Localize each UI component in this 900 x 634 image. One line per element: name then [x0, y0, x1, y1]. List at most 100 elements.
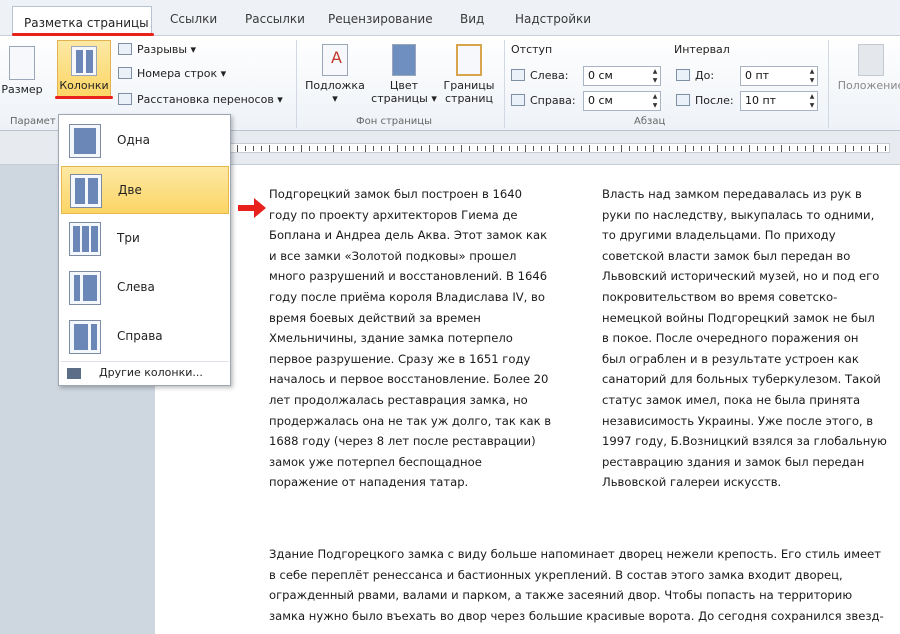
spacing-before-value: 0 пт	[745, 69, 770, 82]
breaks-button[interactable]: Разрывы ▾	[118, 41, 196, 58]
tab-review[interactable]: Рецензирование	[328, 12, 433, 26]
column-1-text[interactable]: Подгорецкий замок был построен в 1640 год…	[269, 184, 569, 493]
more-columns-item[interactable]: Другие колонки...	[61, 361, 229, 383]
text-line: Подгорецкий замок был построен в 1640	[269, 187, 523, 201]
option-label: Две	[118, 183, 142, 197]
group-separator	[296, 40, 297, 128]
columns-button[interactable]: Колонки	[57, 40, 111, 98]
ruler-tick	[333, 145, 334, 152]
indent-left-input[interactable]: 0 см ▲ ▼	[583, 66, 661, 86]
text-line: то другими владельцами. По приходу	[602, 228, 836, 243]
tab-addins[interactable]: Надстройки	[515, 12, 591, 26]
page-color-button[interactable]: Цвет страницы ▾	[368, 44, 440, 105]
left-column-icon	[69, 271, 101, 305]
watermark-icon: A	[322, 44, 348, 76]
word-window: Разметка страницы Ссылки Рассылки Реценз…	[0, 0, 900, 634]
ruler-strip[interactable]	[230, 143, 890, 153]
page-borders-label-2: страниц	[444, 92, 493, 105]
ruler-tick	[533, 146, 534, 151]
ruler-tick	[253, 146, 254, 151]
indent-right-icon	[511, 94, 525, 106]
indent-left-label: Слева:	[511, 69, 568, 82]
line-numbers-button[interactable]: Номера строк ▾	[118, 65, 226, 82]
spin-arrows-icon[interactable]: ▲ ▼	[807, 92, 817, 110]
ruler-tick	[605, 146, 606, 151]
columns-option-three[interactable]: Три	[61, 215, 229, 263]
ruler-tick	[797, 146, 798, 151]
more-columns-label: Другие колонки...	[99, 366, 203, 379]
tab-mailings[interactable]: Рассылки	[245, 12, 305, 26]
columns-option-one[interactable]: Одна	[61, 117, 229, 165]
page-borders-button[interactable]: Границы страниц	[438, 44, 500, 105]
ruler-tick	[701, 146, 702, 151]
ruler-tick	[749, 145, 750, 152]
ruler-tick	[437, 146, 438, 151]
breaks-icon	[118, 43, 132, 55]
page-borders-label: Границы	[443, 79, 495, 92]
ruler-tick	[453, 146, 454, 151]
text-line: первое разрушение. Сразу же в 1651 году	[269, 351, 531, 366]
ruler-tick	[637, 146, 638, 151]
hyphenation-button[interactable]: Расстановка переносов ▾	[118, 91, 283, 108]
text-line: время боевых действий за времен	[269, 310, 481, 325]
ruler-tick	[325, 146, 326, 151]
ruler-tick	[301, 145, 302, 152]
group-separator	[504, 40, 505, 128]
text-line: замка нужно было въехать во двор через б…	[269, 608, 884, 623]
tab-view[interactable]: Вид	[460, 12, 484, 26]
text-line: статус замок имел, пока не была принята	[602, 392, 861, 407]
columns-option-left[interactable]: Слева	[61, 264, 229, 312]
indent-right-value: 0 см	[588, 94, 613, 107]
two-columns-icon	[70, 174, 102, 208]
spin-arrows-icon[interactable]: ▲ ▼	[807, 67, 817, 85]
ruler-tick	[589, 145, 590, 152]
ruler-tick	[621, 145, 622, 152]
columns-option-two[interactable]: Две	[61, 166, 229, 214]
indent-title: Отступ	[511, 43, 553, 56]
indent-left-icon	[511, 69, 525, 81]
spacing-after-input[interactable]: 10 пт ▲ ▼	[740, 91, 818, 111]
text-line: Боплана и Андреа дель Аква. Этот замок к…	[269, 228, 548, 243]
text-line: поражение от нападения татар.	[269, 475, 469, 490]
position-button[interactable]: Положение	[836, 44, 900, 92]
option-label: Слева	[117, 280, 155, 294]
ruler-tick	[365, 145, 366, 152]
ruler-tick	[733, 146, 734, 151]
spacing-after-icon	[676, 94, 690, 106]
line-numbers-label: Номера строк ▾	[137, 67, 227, 80]
size-button[interactable]: Размер	[0, 46, 50, 96]
indent-right-input[interactable]: 0 см ▲ ▼	[583, 91, 661, 111]
text-line: Власть над замком передавалась из рук в	[602, 187, 862, 201]
watermark-button[interactable]: A Подложка ▾	[300, 44, 370, 105]
tab-references[interactable]: Ссылки	[170, 12, 217, 26]
text-line: в покое. После очередного поражения он	[602, 331, 859, 346]
ruler-tick	[853, 146, 854, 151]
page-setup-group-label: Парамет	[10, 116, 56, 127]
page-background-group-label: Фон страницы	[356, 116, 432, 127]
text-line: Львовской галереи искусств.	[602, 475, 782, 490]
text-line: началось и первое восстановление. Более …	[269, 372, 549, 387]
ruler-tick	[293, 146, 294, 151]
indent-right-text: Справа:	[530, 94, 576, 107]
column-2-text[interactable]: Власть над замком передавалась из рук в р…	[602, 184, 897, 493]
indent-left-text: Слева:	[530, 69, 569, 82]
ruler-tick	[573, 146, 574, 151]
option-label: Справа	[117, 329, 163, 343]
ruler-tick	[837, 146, 838, 151]
ruler-tick	[885, 146, 886, 151]
text-line: 1997 году, Б.Возницкий взялся за глобаль…	[602, 434, 887, 449]
ruler-tick	[261, 146, 262, 151]
page-color-label: Цвет	[389, 79, 419, 92]
text-line: реставрацию здания и замок был передан	[602, 454, 865, 469]
spin-arrows-icon[interactable]: ▲ ▼	[650, 67, 660, 85]
ruler-tick	[597, 146, 598, 151]
ruler-tick	[549, 146, 550, 151]
spin-arrows-icon[interactable]: ▲ ▼	[650, 92, 660, 110]
full-width-text[interactable]: Здание Подгорецкого замка с виду больше …	[269, 544, 900, 626]
text-line: лет продолжалась реставрация замка, но	[269, 392, 528, 407]
columns-option-right[interactable]: Справа	[61, 313, 229, 361]
text-line: Здание Подгорецкого замка с виду больше …	[269, 547, 881, 561]
ruler-tick	[429, 145, 430, 152]
text-line: замок уже потерпел беспощадное	[269, 454, 482, 469]
spacing-before-input[interactable]: 0 пт ▲ ▼	[740, 66, 818, 86]
